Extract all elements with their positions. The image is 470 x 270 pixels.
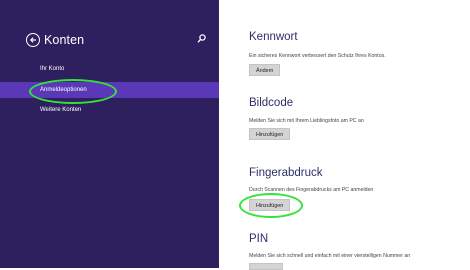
add-pin-button[interactable] xyxy=(249,263,283,270)
nav-item-label: Weitere Konten xyxy=(40,107,82,113)
back-arrow-circle-icon[interactable] xyxy=(26,33,40,47)
change-password-button[interactable]: Ändern xyxy=(249,64,281,76)
picture-password-section-description: Melden Sie sich mit Ihrem Lieblingsfoto … xyxy=(249,118,364,124)
nav-item-label: Anmeldeoptionen xyxy=(40,87,87,93)
search-icon[interactable] xyxy=(197,33,207,45)
fingerprint-section-title: Fingerabdruck xyxy=(249,167,323,179)
add-picture-password-button[interactable]: Hinzufügen xyxy=(249,128,291,140)
fingerprint-section-description: Durch Scannen des Fingerabdrucks am PC a… xyxy=(249,187,374,193)
picture-password-section-title: Bildcode xyxy=(249,97,294,109)
password-section-description: Ein sicheres Kennwort verbessert den Sch… xyxy=(249,53,386,59)
password-section-title: Kennwort xyxy=(249,31,298,43)
sign-in-options-content: Kennwort Ein sicheres Kennwort verbesser… xyxy=(219,0,470,270)
add-fingerprint-button[interactable]: Hinzufügen xyxy=(249,199,291,211)
nav-item-label: Ihr Konto xyxy=(40,66,65,72)
nav-item-weitere-konten[interactable]: Weitere Konten xyxy=(0,102,219,118)
nav-header: Konten xyxy=(26,33,212,49)
accounts-nav-pane: Konten Ihr Konto Anmeldeoptionen Weitere… xyxy=(0,0,219,268)
pin-section-description: Melden Sie sich schnell und einfach mit … xyxy=(249,253,411,259)
pin-section-title: PIN xyxy=(249,233,269,245)
nav-item-anmeldeoptionen[interactable]: Anmeldeoptionen xyxy=(0,82,219,98)
nav-title: Konten xyxy=(44,33,85,47)
nav-item-ihr-konto[interactable]: Ihr Konto xyxy=(0,61,219,77)
